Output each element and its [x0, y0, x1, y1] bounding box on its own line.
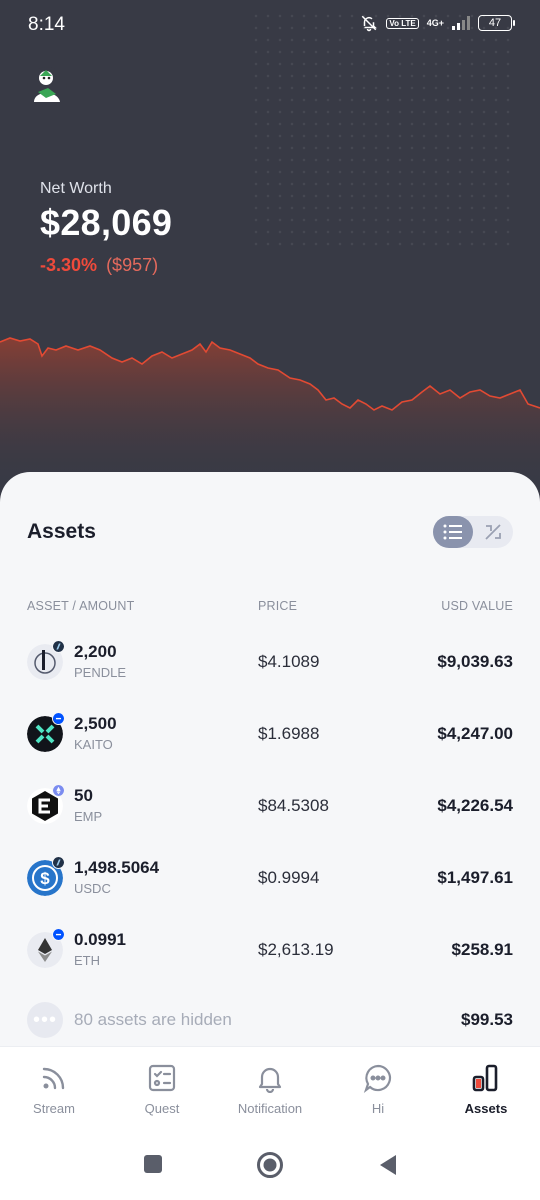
- home-icon[interactable]: [256, 1151, 284, 1179]
- tab-label: Assets: [464, 1101, 508, 1116]
- mute-bell-icon: [362, 15, 378, 32]
- bell-icon: [258, 1067, 282, 1093]
- user-avatar-icon[interactable]: [26, 66, 68, 108]
- base-badge-icon: [52, 712, 65, 725]
- net-worth-label: Net Worth: [40, 180, 112, 197]
- change-amount: ($957): [106, 255, 159, 275]
- rss-icon: [42, 1067, 65, 1090]
- net-worth-value: $28,069: [40, 202, 173, 243]
- asset-price: $84.5308: [258, 796, 329, 815]
- asset-price: $2,613.19: [258, 940, 334, 959]
- asset-row-pendle[interactable]: 2,200 PENDLE $4.1089 $9,039.63: [0, 634, 540, 694]
- tab-stream[interactable]: Stream: [0, 1061, 108, 1116]
- change-view-button[interactable]: [473, 516, 513, 548]
- net-worth-sparkline: [0, 337, 540, 490]
- status-bar: 8:14 Vo LTE 4G+ 47: [0, 0, 540, 52]
- assets-sheet: Assets ASSET / AMOUNT PRICE USD VALUE 2,…: [0, 472, 540, 1052]
- tab-assets[interactable]: Assets: [432, 1061, 540, 1116]
- hidden-assets-usd: $99.53: [461, 1010, 513, 1029]
- asset-symbol: USDC: [74, 881, 111, 896]
- column-header-usd: USD VALUE: [441, 599, 513, 613]
- tab-notification[interactable]: Notification: [216, 1061, 324, 1116]
- list-icon: [443, 524, 462, 540]
- asset-usd-value: $258.91: [451, 940, 513, 959]
- asset-usd-value: $4,226.54: [437, 796, 513, 815]
- network-indicator: 4G+: [426, 17, 444, 28]
- tab-quest[interactable]: Quest: [108, 1061, 216, 1116]
- asset-usd-value: $1,497.61: [437, 868, 513, 887]
- column-header-asset: ASSET / AMOUNT: [27, 599, 135, 613]
- svg-text:$: $: [40, 869, 50, 888]
- system-nav-bar: [0, 1132, 540, 1200]
- asset-symbol: KAITO: [74, 737, 113, 752]
- hidden-assets-row[interactable]: ••• 80 assets are hidden $99.53: [0, 992, 540, 1052]
- net-worth-change: -3.30% ($957): [40, 255, 158, 276]
- tab-label: Hi: [371, 1101, 385, 1116]
- column-header-price: PRICE: [258, 599, 298, 613]
- asset-usd-value: $4,247.00: [437, 724, 513, 743]
- more-icon: •••: [27, 1002, 63, 1038]
- asset-amount: 2,500: [74, 714, 117, 733]
- asset-usd-value: $9,039.63: [437, 652, 513, 671]
- asset-price: $1.6988: [258, 724, 320, 743]
- status-icons: Vo LTE 4G+ 47: [360, 14, 515, 32]
- list-view-button[interactable]: [433, 516, 473, 548]
- asset-row-eth[interactable]: 0.0991 ETH $2,613.19 $258.91: [0, 922, 540, 982]
- assets-title: Assets: [27, 520, 96, 543]
- asset-row-emp[interactable]: 50 EMP $84.5308 $4,226.54: [0, 778, 540, 838]
- view-toggle[interactable]: [433, 516, 513, 548]
- recents-icon[interactable]: [143, 1154, 163, 1174]
- tab-label: Notification: [237, 1101, 303, 1116]
- ethereum-badge-icon: [52, 784, 65, 797]
- hidden-assets-text: 80 assets are hidden: [74, 1010, 232, 1029]
- asset-symbol: EMP: [74, 809, 103, 824]
- asset-amount: 50: [74, 786, 93, 805]
- volte-indicator: Vo LTE: [386, 17, 419, 29]
- arbitrum-badge-icon: [52, 640, 65, 653]
- asset-price: $0.9994: [258, 868, 320, 887]
- net-worth-header: 8:14 Vo LTE 4G+ 47 Net Worth $28,069 -3.…: [0, 0, 540, 520]
- asset-amount: 0.0991: [74, 930, 126, 949]
- asset-symbol: ETH: [74, 953, 100, 968]
- asset-price: $4.1089: [258, 652, 320, 671]
- sparkline-area: [0, 338, 540, 490]
- asset-row-usdc[interactable]: $ 1,498.5064 USDC $0.9994 $1,497.61: [0, 850, 540, 910]
- checklist-icon: [148, 1064, 176, 1092]
- tab-label: Stream: [33, 1101, 75, 1116]
- arbitrum-badge-icon: [52, 856, 65, 869]
- back-icon[interactable]: [378, 1154, 398, 1176]
- asset-row-kaito[interactable]: 2,500 KAITO $1.6988 $4,247.00: [0, 706, 540, 766]
- bar-chart-icon: [472, 1064, 498, 1092]
- tab-hi[interactable]: Hi: [324, 1061, 432, 1116]
- asset-symbol: PENDLE: [74, 665, 127, 680]
- chat-icon: [363, 1064, 392, 1093]
- percent-change-icon: [485, 524, 501, 540]
- change-percent: -3.30%: [40, 255, 98, 275]
- battery-level: 47: [488, 17, 502, 29]
- signal-icon: [452, 16, 470, 30]
- bottom-tab-bar: Stream Quest Notification Hi Assets: [0, 1046, 540, 1132]
- base-badge-icon: [52, 928, 65, 941]
- asset-amount: 1,498.5064: [74, 858, 160, 877]
- battery-icon: 47: [478, 15, 515, 31]
- status-time: 8:14: [28, 14, 65, 35]
- asset-amount: 2,200: [74, 642, 117, 661]
- tab-label: Quest: [144, 1101, 180, 1116]
